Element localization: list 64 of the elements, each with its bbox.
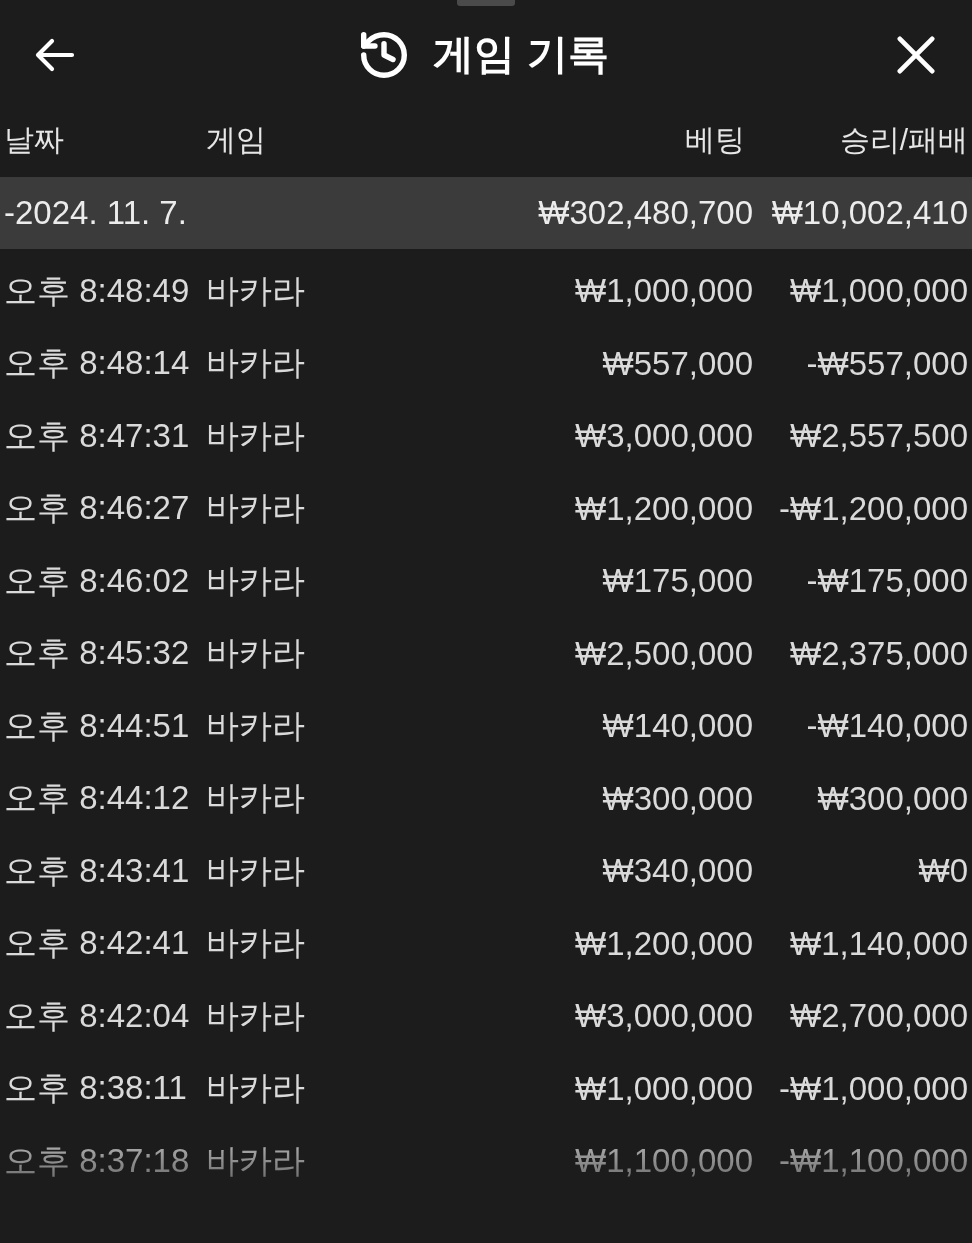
- game-time: 오후 8:37:18: [4, 1140, 190, 1181]
- total-win-loss-amount: ₩10,002,410: [771, 194, 968, 232]
- bet-amount: ₩1,000,000: [575, 272, 753, 311]
- win-loss-amount: ₩300,000: [817, 779, 968, 818]
- game-time: 오후 8:43:41: [4, 850, 190, 891]
- back-arrow-icon: [35, 38, 75, 72]
- bet-amount: ₩340,000: [602, 852, 753, 891]
- game-name: 바카라: [206, 778, 305, 819]
- game-name: 바카라: [206, 1068, 305, 1109]
- game-name: 바카라: [206, 270, 305, 311]
- game-time: 오후 8:42:41: [4, 923, 190, 964]
- bet-amount: ₩300,000: [602, 779, 753, 818]
- game-column-header: 게임: [206, 122, 266, 158]
- bet-amount: ₩140,000: [602, 707, 753, 746]
- win-loss-amount: ₩1,000,000: [790, 272, 968, 311]
- game-name: 바카라: [206, 923, 305, 964]
- game-time: 오후 8:48:14: [4, 343, 190, 384]
- bet-amount: ₩175,000: [602, 562, 753, 601]
- win-loss-amount: ₩2,557,500: [790, 417, 968, 456]
- game-time: 오후 8:44:12: [4, 778, 190, 819]
- win-loss-amount: -₩175,000: [806, 562, 968, 601]
- game-time: 오후 8:42:04: [4, 995, 190, 1036]
- game-time: 오후 8:46:27: [4, 488, 190, 529]
- game-name: 바카라: [206, 343, 305, 384]
- game-time: 오후 8:38:11: [4, 1068, 187, 1109]
- drag-handle[interactable]: [457, 0, 515, 6]
- game-name: 바카라: [206, 705, 305, 746]
- date-column-header: 날짜: [4, 122, 64, 158]
- win-loss-amount: -₩140,000: [806, 707, 968, 746]
- group-date: -2024. 11. 7.: [4, 194, 187, 232]
- bet-column-header: 베팅: [685, 122, 745, 158]
- game-name: 바카라: [206, 995, 305, 1036]
- game-name: 바카라: [206, 415, 305, 456]
- win-loss-amount: -₩1,100,000: [779, 1142, 968, 1181]
- win-loss-amount: -₩1,000,000: [779, 1069, 968, 1108]
- game-name: 바카라: [206, 850, 305, 891]
- game-name: 바카라: [206, 560, 305, 601]
- win-loss-amount: ₩2,700,000: [790, 997, 968, 1036]
- win-loss-column-header: 승리/패배: [839, 122, 968, 158]
- game-time: 오후 8:46:02: [4, 560, 190, 601]
- game-name: 바카라: [206, 1140, 305, 1181]
- sheet-title: 게임 기록: [433, 30, 609, 80]
- history-icon: [361, 32, 408, 78]
- bet-amount: ₩557,000: [602, 344, 753, 383]
- win-loss-amount: ₩2,375,000: [790, 634, 968, 673]
- game-time: 오후 8:48:49: [4, 270, 190, 311]
- bet-amount: ₩3,000,000: [575, 417, 753, 456]
- game-time: 오후 8:45:32: [4, 633, 190, 674]
- win-loss-amount: ₩0: [918, 852, 968, 891]
- game-name: 바카라: [206, 488, 305, 529]
- bet-amount: ₩1,200,000: [575, 489, 753, 528]
- win-loss-amount: -₩557,000: [806, 344, 968, 383]
- game-name: 바카라: [206, 633, 305, 674]
- bet-amount: ₩1,100,000: [575, 1142, 753, 1181]
- bet-amount: ₩2,500,000: [575, 634, 753, 673]
- game-time: 오후 8:44:51: [4, 705, 190, 746]
- game-time: 오후 8:47:31: [4, 415, 190, 456]
- bet-amount: ₩1,200,000: [575, 924, 753, 963]
- bet-amount: ₩3,000,000: [575, 997, 753, 1036]
- bet-amount: ₩1,000,000: [575, 1069, 753, 1108]
- win-loss-amount: ₩1,140,000: [790, 924, 968, 963]
- close-icon: [897, 36, 935, 74]
- total-bet-amount: ₩302,480,700: [538, 194, 753, 232]
- win-loss-amount: -₩1,200,000: [779, 489, 968, 528]
